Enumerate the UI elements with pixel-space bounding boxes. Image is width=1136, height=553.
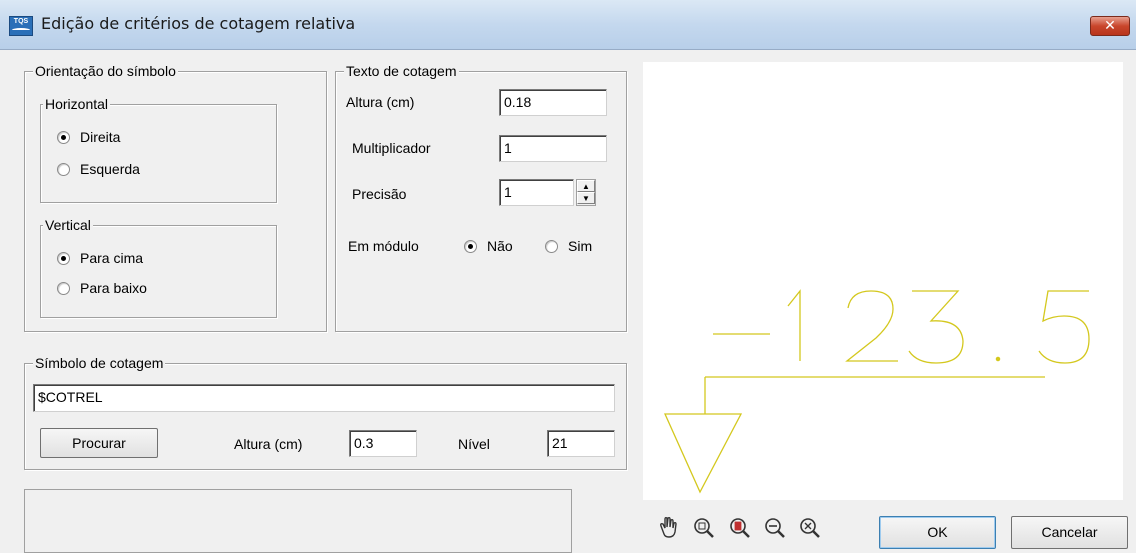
altura-simbolo-label: Altura (cm)	[234, 436, 303, 452]
preview-dot	[995, 356, 1001, 362]
zoom-out-icon[interactable]	[761, 514, 789, 542]
close-button[interactable]: ✕	[1090, 16, 1130, 36]
radio-esquerda-label: Esquerda	[80, 161, 140, 177]
close-icon: ✕	[1104, 17, 1116, 33]
radio-para-cima[interactable]: Para cima	[57, 250, 143, 266]
nivel-label: Nível	[458, 436, 490, 452]
radio-para-baixo-indicator[interactable]	[57, 281, 70, 295]
orientacao-group: Orientação do símbolo Horizontal Direita…	[24, 63, 327, 332]
nivel-input[interactable]: 21	[547, 430, 615, 457]
horizontal-group: Horizontal Direita Esquerda	[40, 96, 277, 203]
em-modulo-label: Em módulo	[348, 238, 419, 254]
zoom-window-icon[interactable]	[690, 514, 718, 542]
ok-button[interactable]: OK	[879, 516, 996, 549]
spin-up-icon[interactable]: ▲	[577, 180, 595, 192]
preview-digit-5	[1038, 290, 1090, 364]
multiplicador-input[interactable]: 1	[499, 135, 607, 162]
texto-cotagem-legend: Texto de cotagem	[344, 63, 459, 79]
precisao-input[interactable]: 1	[499, 179, 574, 206]
radio-nao-indicator[interactable]	[464, 239, 477, 253]
radio-esquerda[interactable]: Esquerda	[57, 161, 140, 177]
horizontal-legend: Horizontal	[43, 96, 111, 112]
cancel-button-label: Cancelar	[1041, 524, 1098, 540]
simbolo-cotagem-legend: Símbolo de cotagem	[33, 355, 166, 371]
message-box	[24, 489, 572, 553]
window-title: Edição de critérios de cotagem relativa	[41, 14, 356, 33]
radio-esquerda-indicator[interactable]	[57, 162, 70, 176]
ok-button-label: OK	[927, 524, 948, 540]
radio-nao[interactable]: Não	[464, 238, 513, 254]
radio-para-cima-label: Para cima	[80, 250, 144, 266]
altura-texto-label: Altura (cm)	[346, 94, 415, 110]
procurar-button-label: Procurar	[72, 435, 126, 451]
app-icon-text: TQS	[13, 18, 29, 25]
preview-digit-1	[787, 289, 801, 361]
preview-panel	[643, 62, 1123, 500]
zoom-previous-icon[interactable]	[796, 514, 824, 542]
radio-para-baixo-label: Para baixo	[80, 280, 147, 296]
title-bar: TQS Edição de critérios de cotagem relat…	[0, 0, 1136, 50]
radio-sim-label: Sim	[568, 238, 593, 254]
zoom-all-icon[interactable]	[726, 514, 754, 542]
radio-nao-label: Não	[487, 238, 513, 254]
preview-triangle	[663, 413, 743, 494]
app-icon: TQS	[9, 16, 33, 36]
vertical-legend: Vertical	[43, 217, 93, 233]
spin-down-icon[interactable]: ▼	[577, 192, 595, 204]
radio-direita-label: Direita	[80, 129, 121, 145]
radio-direita[interactable]: Direita	[57, 129, 120, 145]
altura-texto-input[interactable]: 0.18	[499, 89, 607, 116]
precisao-spinner[interactable]: ▲ ▼	[576, 179, 596, 206]
radio-sim[interactable]: Sim	[545, 238, 592, 254]
preview-drawing	[663, 289, 1090, 494]
cancel-button[interactable]: Cancelar	[1011, 516, 1128, 549]
precisao-label: Precisão	[352, 186, 407, 202]
radio-direita-indicator[interactable]	[57, 130, 70, 144]
orientacao-legend: Orientação do símbolo	[33, 63, 178, 79]
radio-sim-indicator[interactable]	[545, 239, 558, 253]
radio-para-cima-indicator[interactable]	[57, 251, 70, 265]
preview-digit-3	[908, 290, 964, 364]
altura-simbolo-input[interactable]: 0.3	[349, 430, 417, 457]
radio-para-baixo[interactable]: Para baixo	[57, 280, 147, 296]
simbolo-input[interactable]: $COTREL	[33, 384, 615, 412]
multiplicador-label: Multiplicador	[352, 140, 431, 156]
texto-cotagem-group: Texto de cotagem Altura (cm) 0.18 Multip…	[335, 63, 627, 332]
procurar-button[interactable]: Procurar	[40, 428, 158, 458]
pan-icon[interactable]	[655, 514, 683, 542]
preview-digit-2	[845, 290, 898, 362]
vertical-group: Vertical Para cima Para baixo	[40, 217, 277, 318]
simbolo-cotagem-group: Símbolo de cotagem $COTREL Procurar Altu…	[24, 355, 627, 470]
